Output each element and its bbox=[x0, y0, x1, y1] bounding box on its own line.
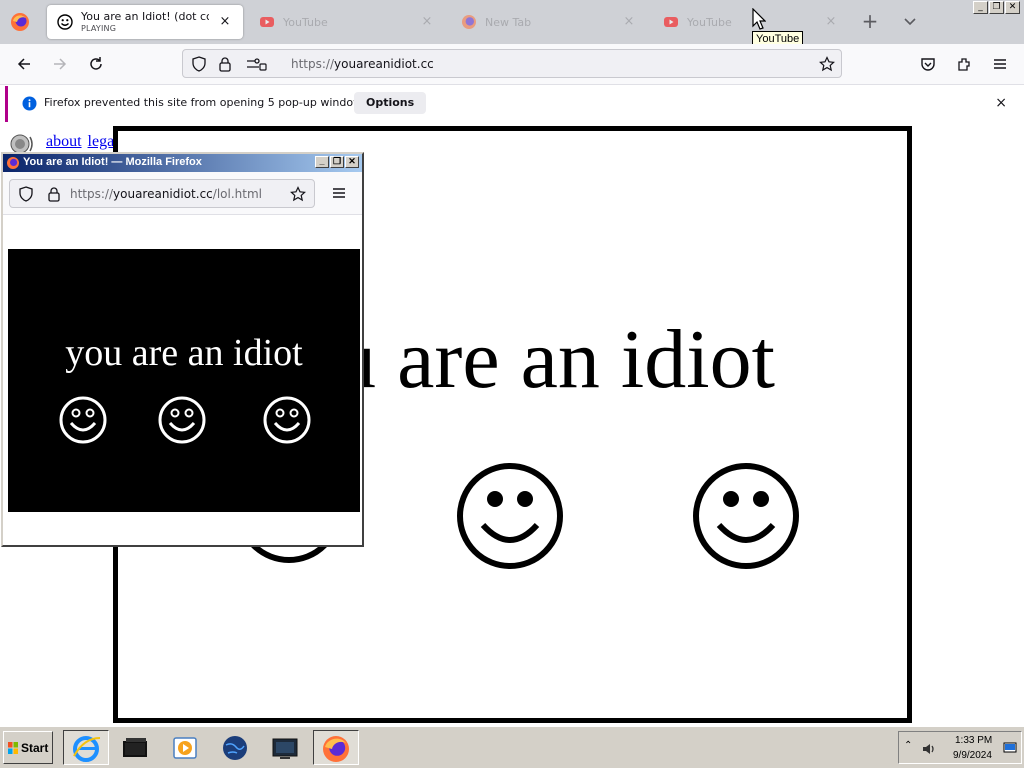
menu-icon[interactable] bbox=[992, 56, 1008, 72]
list-all-tabs-chevron-icon[interactable] bbox=[902, 14, 918, 30]
tab-youtube-1[interactable]: YouTube × bbox=[249, 5, 445, 39]
start-button[interactable]: Start bbox=[3, 731, 53, 764]
tab-close-icon[interactable]: × bbox=[621, 14, 637, 30]
system-tray: ⌃ 1:33 PM 9/9/2024 bbox=[898, 731, 1022, 764]
taskbar-internet-explorer[interactable] bbox=[63, 730, 109, 765]
clock-time[interactable]: 1:33 PM bbox=[955, 735, 992, 746]
url-protocol: https:// bbox=[291, 57, 335, 71]
tab-youareanidiot[interactable]: You are an Idiot! (dot cc) PLAYING × bbox=[47, 5, 243, 39]
volume-icon[interactable] bbox=[921, 741, 937, 757]
pocket-icon[interactable] bbox=[920, 56, 936, 72]
windows-logo-icon bbox=[8, 742, 18, 754]
minimize-button[interactable]: _ bbox=[973, 1, 988, 14]
back-arrow-icon[interactable] bbox=[16, 56, 32, 72]
tab-title: YouTube bbox=[283, 16, 328, 28]
tab-playing-label: PLAYING bbox=[81, 23, 117, 33]
smiley-icon bbox=[693, 463, 799, 569]
popup-idiot-panel: you are an idiot bbox=[8, 249, 360, 512]
shield-icon[interactable] bbox=[191, 56, 207, 72]
permissions-icon[interactable] bbox=[245, 56, 267, 72]
popup-titlebar[interactable]: You are an Idiot! — Mozilla Firefox _ ❐ … bbox=[3, 154, 362, 172]
popup-window[interactable]: You are an Idiot! — Mozilla Firefox _ ❐ … bbox=[1, 152, 364, 547]
youtube-icon bbox=[664, 17, 678, 27]
taskbar: Start ⌃ 1:33 PM 9/9/2024 bbox=[0, 726, 1024, 768]
clock-date[interactable]: 9/9/2024 bbox=[953, 750, 992, 761]
popup-close-button[interactable]: ✕ bbox=[345, 156, 359, 168]
start-label: Start bbox=[21, 741, 49, 755]
tab-close-icon[interactable]: × bbox=[217, 14, 233, 30]
bookmark-star-icon[interactable] bbox=[819, 56, 835, 72]
taskbar-globe[interactable] bbox=[213, 730, 259, 765]
tab-title: You are an Idiot! (dot cc) bbox=[81, 10, 209, 22]
smiley-icon bbox=[263, 396, 311, 444]
lock-icon[interactable] bbox=[46, 186, 62, 202]
firefox-view-icon[interactable] bbox=[10, 12, 30, 32]
popup-url-host: youareanidiot.cc bbox=[113, 187, 213, 201]
popup-blocked-notification: Firefox prevented this site from opening… bbox=[5, 86, 1019, 122]
about-link[interactable]: about bbox=[46, 133, 82, 150]
tab-youtube-2[interactable]: YouTube × bbox=[653, 5, 849, 39]
popup-title: You are an Idiot! — Mozilla Firefox bbox=[23, 156, 202, 168]
new-tab-button[interactable]: + bbox=[860, 11, 880, 32]
tab-title: YouTube bbox=[687, 16, 732, 28]
internet-explorer-icon bbox=[73, 736, 101, 762]
monitor-icon bbox=[272, 738, 298, 759]
tab-close-icon[interactable]: × bbox=[419, 14, 435, 30]
shield-icon[interactable] bbox=[18, 186, 34, 202]
mouse-cursor-icon bbox=[752, 8, 766, 30]
notification-message: Firefox prevented this site from opening… bbox=[44, 96, 372, 109]
popup-toolbar: https://youareanidiot.cc/lol.html bbox=[3, 172, 362, 215]
extensions-icon[interactable] bbox=[956, 56, 972, 72]
popup-url-path: /lol.html bbox=[212, 187, 262, 201]
close-button[interactable]: ✕ bbox=[1005, 1, 1020, 14]
media-player-icon bbox=[173, 737, 197, 759]
tab-strip: You are an Idiot! (dot cc) PLAYING × You… bbox=[0, 0, 1024, 44]
globe-icon bbox=[223, 736, 247, 760]
smiley-icon bbox=[158, 396, 206, 444]
taskbar-firefox[interactable] bbox=[313, 730, 359, 765]
notification-close-icon[interactable]: × bbox=[995, 95, 1007, 111]
navigation-toolbar: https://youareanidiot.cc bbox=[0, 44, 1024, 85]
popup-page: you are an idiot bbox=[3, 215, 362, 545]
tab-new-tab[interactable]: New Tab × bbox=[451, 5, 647, 39]
popup-minimize-button[interactable]: _ bbox=[315, 156, 329, 168]
firefox-icon bbox=[462, 15, 476, 29]
url-text[interactable]: https://youareanidiot.cc bbox=[291, 57, 434, 71]
firefox-icon bbox=[7, 157, 19, 169]
menu-icon[interactable] bbox=[331, 185, 347, 201]
terminal-icon bbox=[123, 738, 147, 757]
popup-url-text[interactable]: https://youareanidiot.cc/lol.html bbox=[70, 187, 262, 201]
forward-arrow-icon[interactable] bbox=[52, 56, 68, 72]
show-desktop-icon[interactable] bbox=[1003, 741, 1017, 755]
popup-url-protocol: https:// bbox=[70, 187, 114, 201]
tab-close-icon[interactable]: × bbox=[823, 14, 839, 30]
show-hidden-icons-button[interactable]: ⌃ bbox=[904, 740, 912, 751]
popup-idiot-message: you are an idiot bbox=[65, 332, 303, 374]
taskbar-media-player[interactable] bbox=[163, 730, 209, 765]
bookmark-star-icon[interactable] bbox=[290, 186, 306, 202]
tab-title: New Tab bbox=[485, 16, 532, 28]
lock-icon[interactable] bbox=[217, 56, 233, 72]
url-host: youareanidiot.cc bbox=[334, 57, 434, 71]
popup-address-bar[interactable]: https://youareanidiot.cc/lol.html bbox=[9, 179, 315, 208]
smiley-icon bbox=[457, 463, 563, 569]
restore-button[interactable]: ❐ bbox=[989, 1, 1004, 14]
firefox-icon bbox=[323, 736, 349, 762]
notification-options-button[interactable]: Options bbox=[354, 92, 427, 114]
reload-icon[interactable] bbox=[88, 56, 104, 72]
youtube-icon bbox=[260, 17, 274, 27]
window-controls: _ ❐ ✕ bbox=[973, 1, 1020, 14]
speaker-icon[interactable] bbox=[8, 132, 36, 154]
smiley-icon bbox=[59, 396, 107, 444]
popup-maximize-button[interactable]: ❐ bbox=[330, 156, 344, 168]
taskbar-terminal[interactable] bbox=[113, 730, 159, 765]
address-bar[interactable]: https://youareanidiot.cc bbox=[182, 49, 842, 78]
info-icon bbox=[22, 96, 37, 111]
popup-window-controls: _ ❐ ✕ bbox=[315, 156, 359, 168]
taskbar-monitor[interactable] bbox=[263, 730, 309, 765]
smiley-icon bbox=[57, 14, 73, 30]
